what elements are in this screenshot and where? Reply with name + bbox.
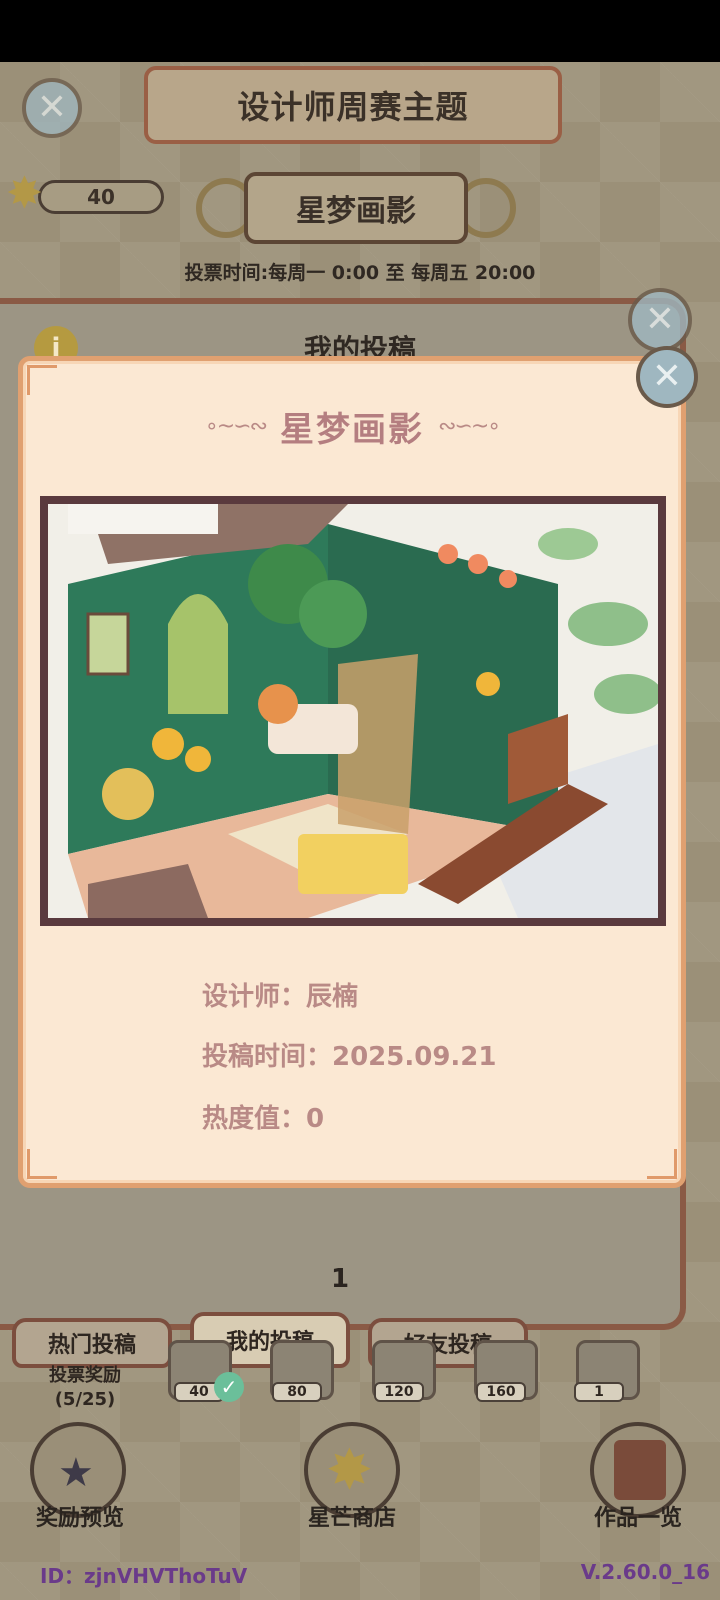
check-icon: ✓	[214, 1372, 244, 1402]
reward-preview-label[interactable]: 奖励预览	[0, 1500, 160, 1532]
theme-name: 星梦画影	[296, 194, 416, 229]
milestone-value: 120	[374, 1382, 424, 1402]
submission-artwork	[40, 496, 666, 926]
corner-ornament	[27, 365, 57, 395]
star-icon: ✸	[326, 1438, 373, 1503]
modal-title: 星梦画影	[280, 409, 424, 450]
milestone-value: 1	[574, 1382, 624, 1402]
room-illustration	[48, 504, 658, 918]
modal-title-row: ∘~∽∾ 星梦画影 ∾∽~∘	[18, 400, 686, 452]
star-shop-label[interactable]: 星芒商店	[272, 1500, 432, 1532]
ornament-right: ∾∽~∘	[438, 413, 501, 439]
panel-close-button[interactable]: ✕	[628, 288, 692, 352]
ornament-left: ∘~∽∾	[204, 413, 268, 439]
works-overview-label[interactable]: 作品一览	[558, 1500, 718, 1532]
heat-info: 热度值：0	[202, 1104, 325, 1134]
page-number: 1	[330, 1264, 350, 1294]
theme-banner: 星梦画影	[196, 164, 516, 254]
user-id: ID：zjnVHVThoTuV	[40, 1564, 248, 1588]
tab-hot-submissions[interactable]: 热门投稿	[12, 1318, 172, 1368]
star-counter: 40 ✸	[6, 172, 164, 216]
page-title-plaque: 设计师周赛主题	[144, 66, 562, 144]
status-bar	[0, 0, 720, 62]
vote-reward-label: 投票奖励 (5/25)	[20, 1364, 150, 1412]
star-icon: ✸	[6, 168, 43, 219]
version-label: V.2.60.0_16	[580, 1560, 710, 1584]
milestone-value: 80	[272, 1382, 322, 1402]
vote-time: 投票时间:每周一 0:00 至 每周五 20:00	[184, 262, 536, 284]
book-icon	[614, 1440, 666, 1500]
star-count: 40	[87, 185, 115, 209]
vote-reward-progress: (5/25)	[54, 1389, 116, 1410]
close-icon: ✕	[644, 299, 676, 340]
star-count-bar: 40	[38, 180, 164, 214]
corner-ornament	[647, 1149, 677, 1179]
trophy-icon: ★	[58, 1450, 94, 1496]
theme-sign: 星梦画影	[244, 172, 468, 244]
top-close-button[interactable]: ✕	[22, 78, 82, 138]
page-title: 设计师周赛主题	[237, 88, 469, 126]
corner-ornament	[27, 1149, 57, 1179]
designer-info: 设计师：辰楠	[202, 982, 359, 1012]
close-icon: ✕	[651, 356, 683, 397]
close-icon: ✕	[36, 87, 68, 128]
submit-time-info: 投稿时间：2025.09.21	[202, 1042, 497, 1072]
vote-reward-title: 投票奖励	[49, 1365, 121, 1386]
modal-close-button[interactable]: ✕	[636, 346, 698, 408]
milestone-value: 160	[476, 1382, 526, 1402]
